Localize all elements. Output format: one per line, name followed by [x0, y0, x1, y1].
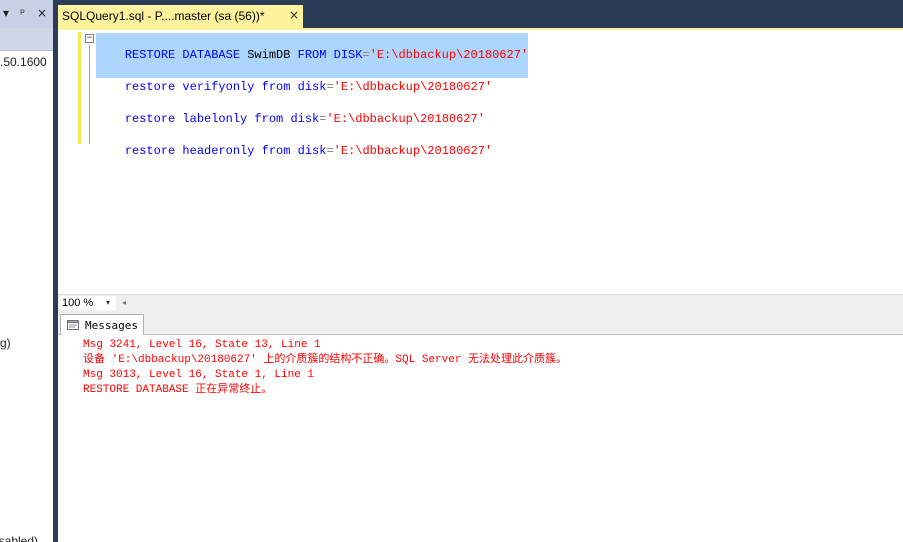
change-tracking-bar	[78, 32, 81, 144]
tree-node-label[interactable]: g)	[0, 336, 11, 350]
keyword: restore verifyonly from	[124, 80, 291, 94]
close-panel-icon[interactable]: ×	[37, 5, 47, 21]
messages-icon	[67, 319, 79, 330]
server-node-label[interactable]: .50.1600	[0, 55, 47, 69]
query-editor[interactable]: − RESTORE DATABASE SwimDB FROM DISK='E:\…	[58, 28, 903, 294]
keyword: disk	[290, 80, 327, 94]
operator: =	[326, 144, 334, 158]
string-literal: 'E:\dbbackup\20180627'	[333, 80, 493, 94]
auto-hide-pin-icon[interactable]: ᵖ	[20, 5, 25, 21]
object-explorer-header: ▾ ᵖ ×	[0, 0, 53, 28]
operator: =	[326, 80, 334, 94]
message-line: 设备 'E:\dbbackup\20180627' 上的介质簇的结构不正确。SQ…	[83, 354, 568, 366]
keyword: restore headeronly from	[124, 144, 291, 158]
code-line[interactable]: restore headeronly from disk='E:\dbbacku…	[96, 129, 492, 174]
tab-label: Messages	[85, 319, 138, 332]
keyword: FROM	[297, 48, 327, 62]
message-line: Msg 3013, Level 16, State 1, Line 1	[83, 369, 315, 381]
object-explorer-panel: ▾ ᵖ × .50.1600 g) isabled)	[0, 0, 53, 542]
results-tabstrip: Messages	[58, 311, 903, 335]
message-line: Msg 3241, Level 16, State 13, Line 1	[83, 339, 321, 351]
keyword: disk	[283, 112, 320, 126]
close-tab-icon[interactable]: ×	[289, 8, 299, 22]
collapse-icon[interactable]: −	[85, 34, 94, 43]
outlining-line	[89, 45, 90, 144]
keyword: restore labelonly from	[124, 112, 284, 126]
tab-sqlquery1[interactable]: SQLQuery1.sql - P....master (sa (56))* ×	[58, 5, 303, 28]
editor-zoom-bar: 100 % ▾ ◂	[58, 294, 903, 312]
window-position-dropdown-icon[interactable]: ▾	[3, 5, 9, 21]
operator: =	[362, 48, 370, 62]
message-line: RESTORE DATABASE 正在异常终止。	[83, 384, 273, 396]
scroll-left-icon[interactable]: ◂	[122, 296, 126, 310]
object-explorer-toolbar	[0, 28, 53, 51]
identifier: SwimDB	[240, 48, 298, 62]
keyword: disk	[290, 144, 327, 158]
tab-title: SQLQuery1.sql - P....master (sa (56))*	[62, 9, 265, 23]
string-literal: 'E:\dbbackup\20180627'	[369, 48, 529, 62]
keyword: RESTORE DATABASE	[124, 48, 241, 62]
tree-node-label[interactable]: isabled)	[0, 534, 38, 542]
keyword: DISK	[326, 48, 363, 62]
tab-messages[interactable]: Messages	[60, 314, 144, 335]
results-pane: Messages Msg 3241, Level 16, State 13, L…	[58, 311, 903, 542]
string-literal: 'E:\dbbackup\20180627'	[326, 112, 485, 126]
chevron-down-icon[interactable]: ▾	[106, 296, 110, 310]
string-literal: 'E:\dbbackup\20180627'	[333, 144, 493, 158]
editor-margin	[58, 30, 76, 294]
